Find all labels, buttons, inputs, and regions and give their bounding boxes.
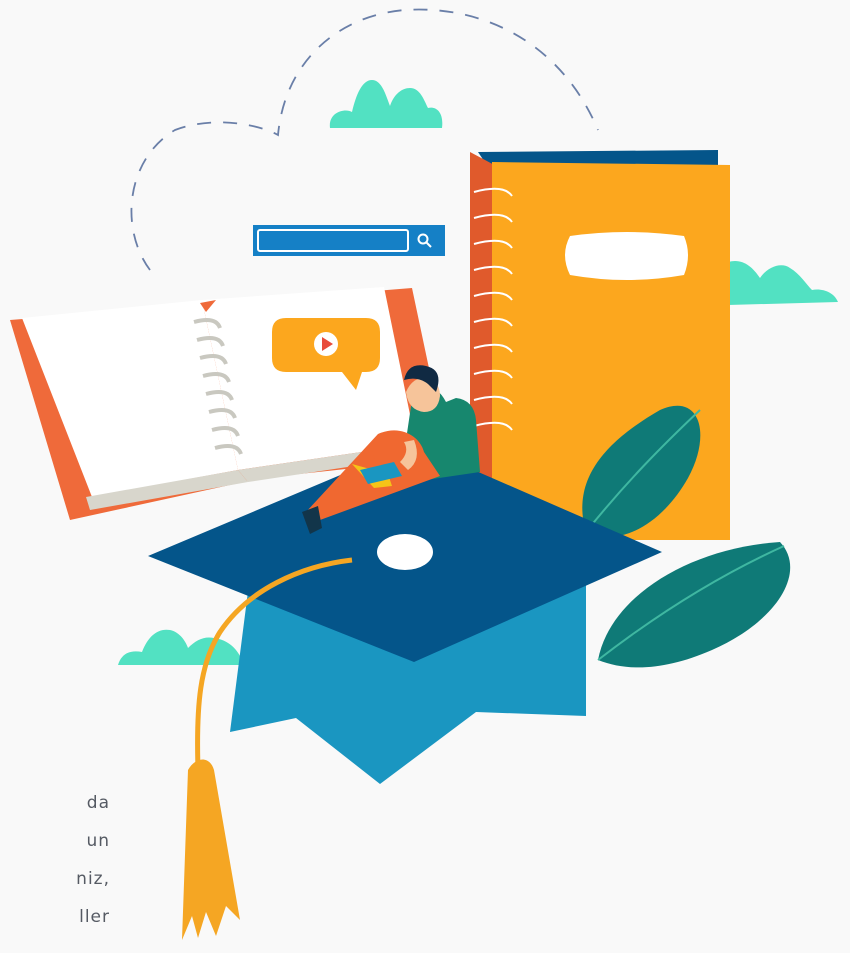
search-bar xyxy=(253,225,445,256)
cloud-top xyxy=(329,80,443,128)
text-fragment: niz, xyxy=(76,869,110,889)
cap-button xyxy=(377,534,433,570)
cloud-left xyxy=(118,629,244,665)
text-fragment: da xyxy=(86,793,110,813)
notebook-label xyxy=(565,232,688,280)
education-illustration xyxy=(10,8,838,940)
text-fragment: ller xyxy=(79,907,110,927)
cap-tassel xyxy=(182,759,240,940)
cloud-right xyxy=(728,260,838,305)
text-fragment: un xyxy=(86,831,110,851)
